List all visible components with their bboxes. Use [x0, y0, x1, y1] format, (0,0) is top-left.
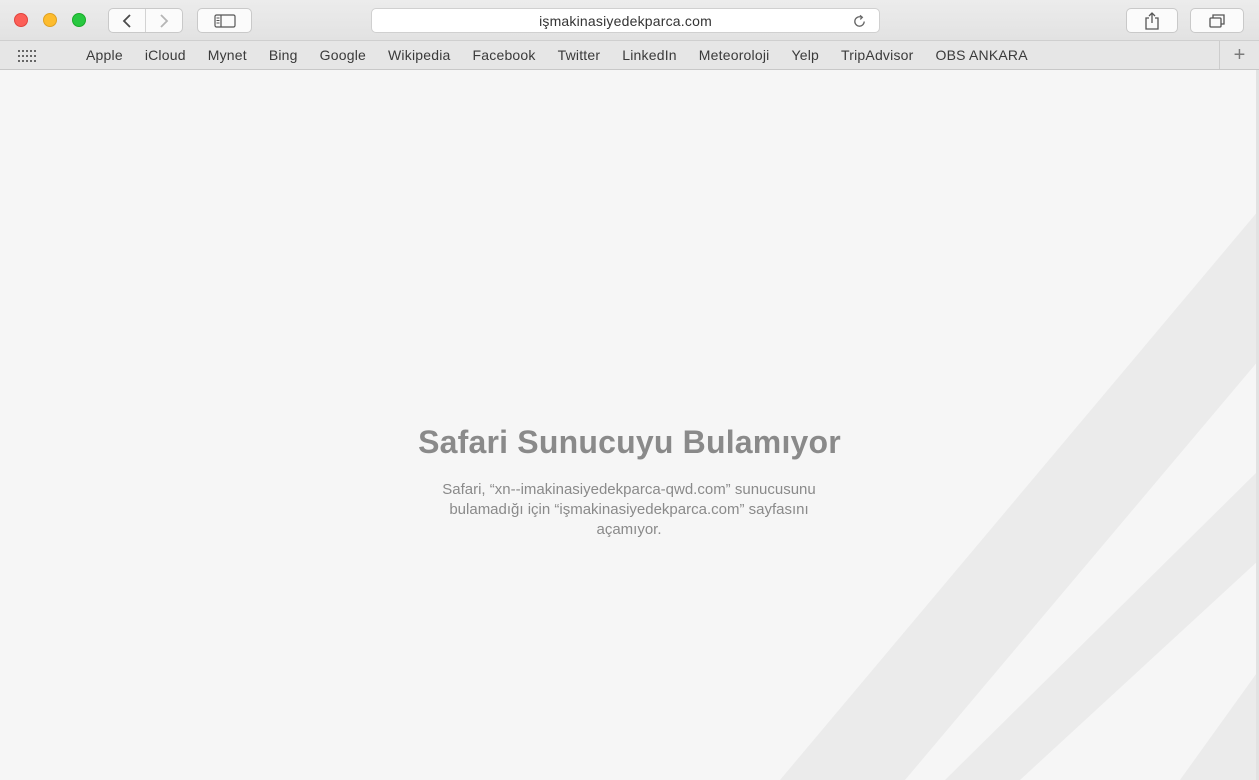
bookmark-mynet[interactable]: Mynet — [197, 47, 258, 63]
reload-icon — [853, 14, 865, 27]
back-button[interactable] — [109, 9, 145, 32]
bookmark-apple[interactable]: Apple — [75, 47, 134, 63]
bookmark-wikipedia[interactable]: Wikipedia — [377, 47, 462, 63]
reload-button[interactable] — [851, 13, 867, 29]
bookmark-meteoroloji[interactable]: Meteoroloji — [688, 47, 781, 63]
share-icon — [1145, 11, 1159, 30]
close-icon[interactable] — [14, 13, 28, 27]
bookmark-list: Apple iCloud Mynet Bing Google Wikipedia… — [75, 41, 1039, 69]
error-message: Safari, “xn--imakinasiyedekparca-qwd.com… — [354, 480, 904, 540]
bookmark-linkedin[interactable]: LinkedIn — [611, 47, 688, 63]
zoom-icon[interactable] — [72, 13, 86, 27]
forward-button[interactable] — [145, 9, 182, 32]
page-content: Safari Sunucuyu Bulamıyor Safari, “xn--i… — [0, 70, 1259, 780]
forward-icon — [160, 13, 169, 28]
favorites-bar: Apple iCloud Mynet Bing Google Wikipedia… — [0, 41, 1259, 70]
minimize-icon[interactable] — [43, 13, 57, 27]
bookmark-tripadvisor[interactable]: TripAdvisor — [830, 47, 924, 63]
error-message-line-2: bulamadığı için “işmakinasiyedekparca.co… — [449, 501, 809, 518]
bookmark-facebook[interactable]: Facebook — [462, 47, 547, 63]
navigation-buttons — [108, 8, 183, 33]
grid-icon[interactable] — [18, 50, 40, 62]
bookmark-twitter[interactable]: Twitter — [547, 47, 612, 63]
share-button[interactable] — [1126, 8, 1178, 33]
error-message-line-1: Safari, “xn--imakinasiyedekparca-qwd.com… — [442, 481, 816, 498]
back-icon — [122, 13, 131, 28]
sidebar-icon — [213, 13, 236, 28]
bookmark-yelp[interactable]: Yelp — [780, 47, 830, 63]
bookmark-obs-ankara[interactable]: OBS ANKARA — [925, 47, 1039, 63]
bookmark-google[interactable]: Google — [309, 47, 377, 63]
address-bar[interactable]: işmakinasiyedekparca.com — [371, 8, 880, 33]
address-text: işmakinasiyedekparca.com — [539, 12, 712, 29]
bookmark-bing[interactable]: Bing — [258, 47, 309, 63]
show-tabs-button[interactable] — [1190, 8, 1244, 33]
sidebar-button[interactable] — [197, 8, 252, 33]
bookmark-icloud[interactable]: iCloud — [134, 47, 197, 63]
add-bookmark-button[interactable]: + — [1219, 41, 1259, 69]
error-message-line-3: açamıyor. — [596, 521, 662, 538]
tabs-icon — [1209, 13, 1225, 28]
safari-toolbar: işmakinasiyedekparca.com — [0, 0, 1259, 41]
error-title: Safari Sunucuyu Bulamıyor — [418, 424, 841, 460]
